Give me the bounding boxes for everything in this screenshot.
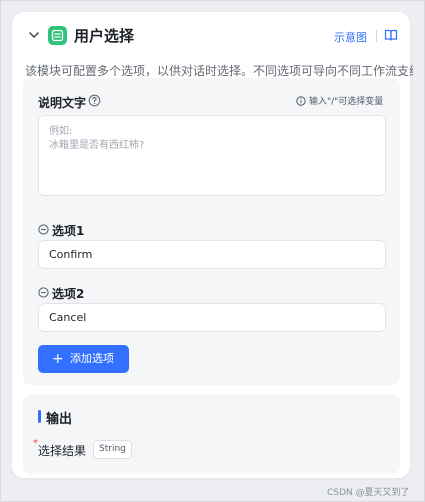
- screenshot-frame: 用户选择 示意图 该模块可配置多个选项，以供对话时选择。不同选项可导向不同工作流…: [0, 0, 425, 502]
- option-2-input[interactable]: Cancel: [38, 303, 386, 332]
- textarea-placeholder-line1: 例如:: [49, 126, 73, 137]
- output-field-name: 选择结果: [38, 444, 87, 458]
- header-divider: [376, 30, 377, 42]
- remove-option-2-icon[interactable]: [38, 287, 49, 298]
- node-description: 该模块可配置多个选项，以供对话时选择。不同选项可导向不同工作流支线: [25, 64, 413, 78]
- add-option-label: 添加选项: [70, 352, 114, 365]
- textarea-placeholder-line2: 冰箱里是否有西红柿?: [49, 140, 145, 151]
- output-accent-bar: [38, 410, 41, 423]
- option-2-header: 选项2: [38, 285, 138, 301]
- book-icon[interactable]: [384, 28, 398, 42]
- option-1-input[interactable]: Confirm: [38, 240, 386, 269]
- add-option-button[interactable]: + 添加选项: [38, 345, 129, 373]
- prompt-label: 说明文字: [38, 96, 87, 110]
- chevron-down-icon[interactable]: [27, 28, 41, 42]
- node-title: 用户选择: [74, 27, 135, 45]
- watermark: CSDN @夏天又到了: [327, 488, 410, 498]
- output-type-badge: String: [93, 440, 132, 459]
- output-panel: [23, 394, 400, 474]
- option-1-label: 选项1: [52, 224, 85, 238]
- remove-option-1-icon[interactable]: [38, 224, 49, 235]
- schema-link[interactable]: 示意图: [334, 29, 367, 45]
- node-type-icon: [48, 26, 67, 45]
- node-header: 用户选择 示意图: [12, 12, 410, 58]
- option-1-header: 选项1: [38, 222, 138, 238]
- info-icon: [296, 96, 306, 106]
- output-title: 输出: [46, 412, 73, 427]
- option-2-label: 选项2: [52, 287, 85, 301]
- variable-hint-text: 输入"/"可选择变量: [309, 97, 384, 107]
- variable-hint: 输入"/"可选择变量: [296, 94, 391, 108]
- help-circle-icon[interactable]: [88, 94, 101, 107]
- plus-icon: +: [52, 351, 64, 367]
- prompt-textarea[interactable]: 例如: 冰箱里是否有西红柿?: [38, 115, 386, 196]
